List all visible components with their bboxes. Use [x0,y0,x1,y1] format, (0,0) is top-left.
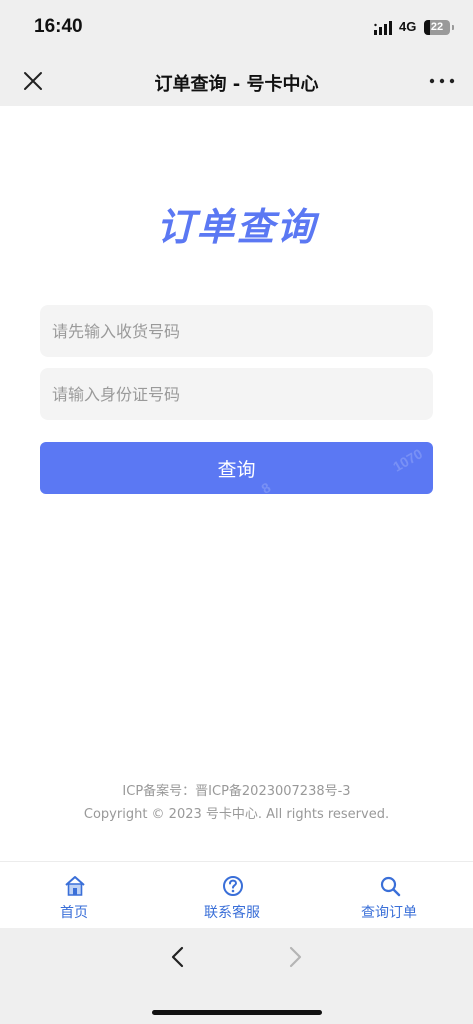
copyright: Copyright © 2023 号卡中心. All rights reserv… [83,807,390,822]
battery-level [424,20,430,35]
order-number-input[interactable] [40,305,433,357]
order-query-heading: 订单查询 [156,205,317,249]
browser-toolbar [0,928,473,1024]
tab-query-orders-label: 查询订单 [361,905,417,921]
tab-home[interactable]: 首页 [14,862,134,928]
home-icon [65,876,85,896]
battery-icon: 22 [424,20,450,35]
chevron-left-icon[interactable] [166,944,192,970]
nav-bar: 订单查询 - 号卡中心 [0,56,473,106]
status-time: 16:40 [34,16,83,37]
tab-bar: 首页 联系客服 查询订单 [0,861,473,928]
tab-contact-service-label: 联系客服 [204,905,260,921]
tab-home-label: 首页 [60,905,88,921]
icp-record: ICP备案号：晋ICP备2023007238号-3 [122,784,351,799]
signal-icon [374,21,392,35]
help-circle-icon [223,876,243,896]
query-button[interactable]: 查询 [40,442,433,494]
tab-contact-service[interactable]: 联系客服 [172,862,292,928]
tab-query-orders[interactable]: 查询订单 [329,862,449,928]
home-indicator [152,1010,322,1015]
status-bar: 16:40 4G 22 [0,0,473,56]
battery-tip [452,25,454,30]
chevron-right-icon[interactable] [281,944,307,970]
more-dots-icon[interactable] [428,69,456,93]
search-icon [380,876,401,897]
network-type: 4G [399,19,417,34]
id-number-input[interactable] [40,368,433,420]
battery-percent: 22 [430,21,444,33]
page-title: 订单查询 - 号卡中心 [154,74,319,95]
